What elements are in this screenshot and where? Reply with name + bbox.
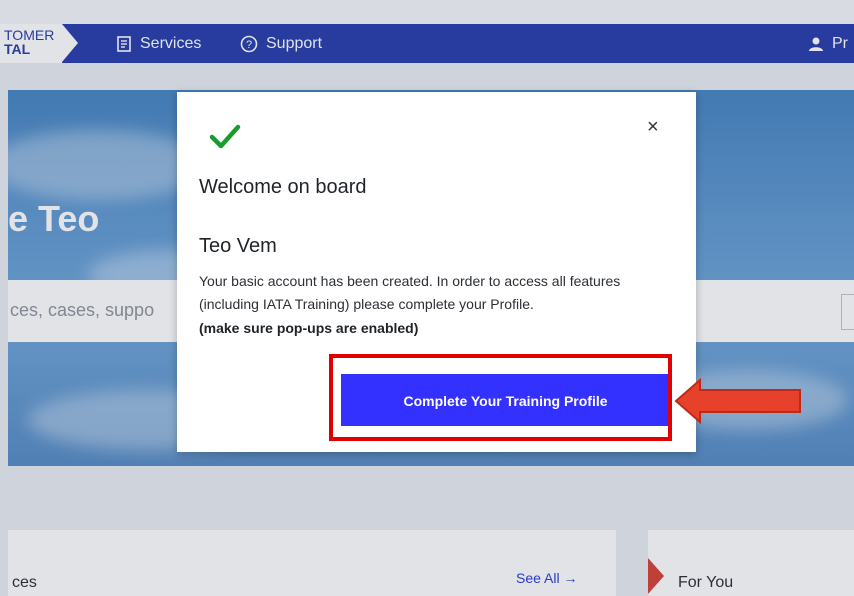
dialog-message: Your basic account has been created. In … — [199, 273, 621, 312]
close-icon[interactable]: × — [647, 116, 659, 139]
popup-note: (make sure pop-ups are enabled) — [199, 320, 419, 336]
annotation-highlight-box — [329, 354, 672, 441]
annotation-arrow-icon — [674, 378, 801, 424]
page: TOMER TAL Services ? Support Pr e Teo ce… — [0, 0, 854, 596]
check-icon — [209, 124, 241, 149]
dialog-title: Welcome on board — [199, 176, 367, 198]
user-name: Teo Vem — [199, 235, 277, 257]
